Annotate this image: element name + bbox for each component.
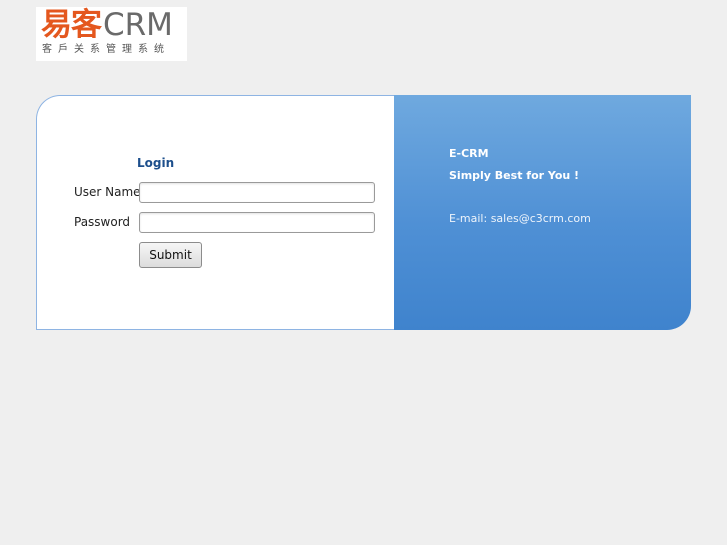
brand-logo: 易客CRM 客戶关系管理系统 — [36, 7, 187, 61]
logo-chinese-name: 易客 — [41, 7, 102, 43]
password-input[interactable] — [139, 212, 375, 233]
submit-button[interactable]: Submit — [139, 242, 202, 268]
product-name: E-CRM — [449, 147, 489, 160]
info-panel: E-CRM Simply Best for You ! E-mail: sale… — [394, 95, 691, 330]
login-heading: Login — [137, 156, 175, 170]
product-tagline: Simply Best for You ! — [449, 169, 580, 182]
login-panel: Login User Name Password Submit E-CRM Si… — [36, 95, 691, 330]
username-input[interactable] — [139, 182, 375, 203]
login-form-area: Login User Name Password Submit — [36, 95, 394, 330]
logo-subtitle: 客戶关系管理系统 — [42, 44, 170, 55]
password-label: Password — [74, 215, 131, 229]
username-label: User Name — [74, 185, 141, 199]
contact-email: E-mail: sales@c3crm.com — [449, 212, 591, 225]
logo-wordmark: 易客CRM — [41, 8, 173, 42]
logo-crm-text: CRM — [103, 7, 173, 43]
